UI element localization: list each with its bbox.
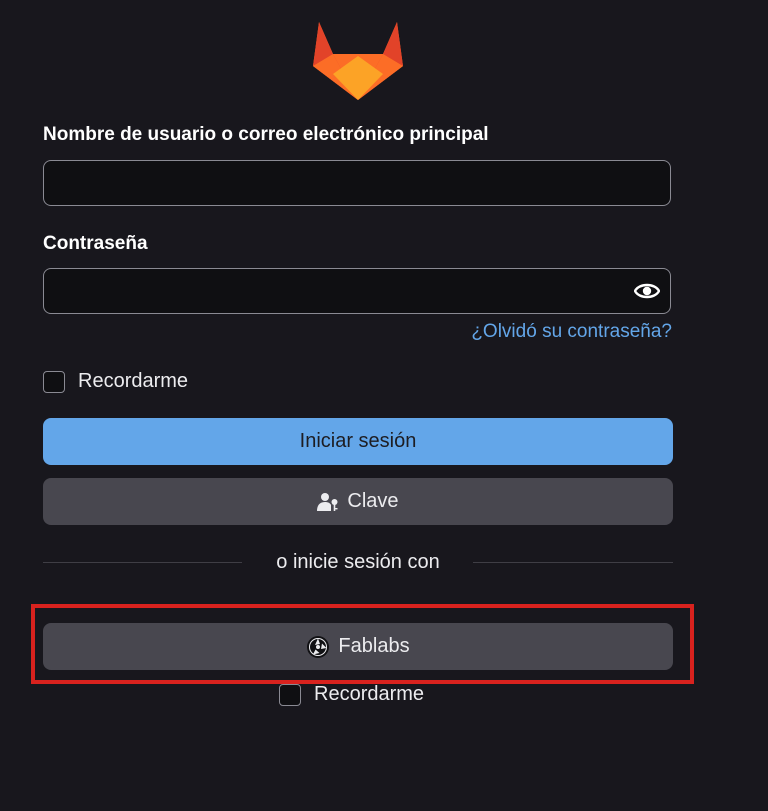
forgot-password-link[interactable]: ¿Olvidó su contraseña? — [471, 321, 672, 343]
remember-me-label: Recordarme — [78, 370, 189, 392]
sign-in-label: Iniciar sesión — [299, 430, 417, 452]
provider-remember-me-label: Recordarme — [314, 683, 425, 705]
user-key-icon — [317, 492, 339, 512]
password-input[interactable] — [43, 268, 671, 314]
fablabs-label: Fablabs — [338, 635, 410, 657]
provider-remember-me-checkbox[interactable] — [279, 683, 301, 706]
username-input[interactable] — [43, 160, 671, 206]
divider-right — [473, 562, 673, 563]
divider-text: o inicie sesión con — [276, 551, 440, 573]
username-label: Nombre de usuario o correo electrónico p… — [43, 124, 489, 145]
divider-left — [43, 562, 242, 563]
gitlab-logo — [313, 22, 403, 100]
sign-in-button[interactable]: Iniciar sesión — [43, 418, 673, 465]
remember-me-checkbox-row[interactable]: Recordarme — [43, 370, 188, 393]
passkey-label: Clave — [347, 490, 399, 512]
password-label: Contraseña — [43, 233, 148, 254]
fablabs-login-button[interactable]: Fablabs — [43, 623, 673, 670]
passkey-button[interactable]: Clave — [43, 478, 673, 525]
remember-me-checkbox[interactable] — [43, 370, 65, 393]
fablabs-icon — [306, 635, 330, 659]
eye-icon[interactable] — [634, 280, 660, 302]
provider-remember-me-row[interactable]: Recordarme — [279, 683, 424, 706]
